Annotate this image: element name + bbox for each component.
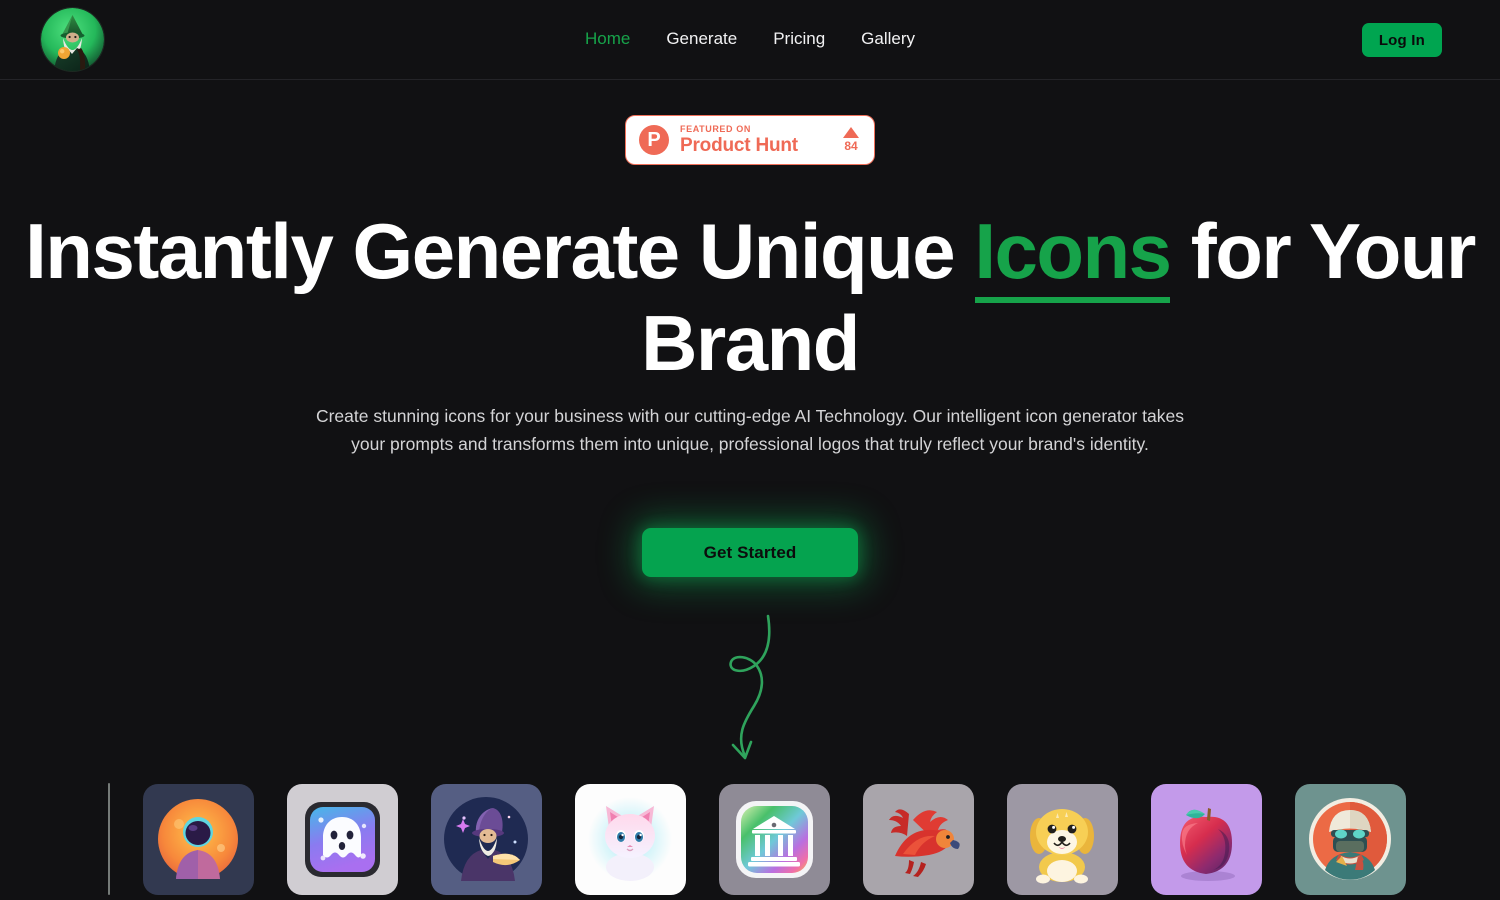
upvote-triangle-icon: [843, 127, 859, 138]
carousel-item-kitten[interactable]: [575, 783, 686, 895]
main-navigation: Home Generate Pricing Gallery: [585, 26, 915, 52]
login-button[interactable]: Log In: [1361, 23, 1442, 57]
carousel-item-wizard[interactable]: [431, 783, 542, 895]
carousel-item-soldier[interactable]: [1295, 783, 1406, 895]
astronaut-icon: [158, 798, 238, 879]
curly-down-arrow-icon: [729, 614, 771, 760]
icon-carousel[interactable]: [0, 783, 1500, 900]
nav-item-home[interactable]: Home: [585, 26, 630, 52]
nav-item-pricing[interactable]: Pricing: [773, 26, 825, 52]
carousel-item-ghost[interactable]: [287, 783, 398, 895]
product-hunt-logo-letter: P: [647, 129, 661, 151]
brand-logo[interactable]: [41, 8, 104, 71]
headline-accent-word: Icons: [974, 207, 1172, 303]
puppy-icon: [1030, 808, 1094, 883]
product-hunt-text: FEATURED ON Product Hunt: [680, 124, 843, 157]
parrot-icon: [889, 808, 960, 877]
carousel-edge-sliver: [108, 783, 110, 895]
product-hunt-name: Product Hunt: [680, 134, 798, 156]
carousel-item-bank[interactable]: [719, 783, 830, 895]
upvote-count: 84: [844, 139, 858, 153]
wizard-avatar-icon: [41, 8, 104, 71]
headline-part-1: Instantly Generate Unique: [25, 207, 975, 295]
product-hunt-featured-label: FEATURED ON: [680, 123, 751, 134]
carousel-item-parrot[interactable]: [863, 783, 974, 895]
bank-icon: [736, 800, 813, 878]
apple-icon: [1180, 807, 1235, 881]
kitten-icon: [588, 796, 672, 881]
soldier-icon: [1309, 797, 1391, 880]
carousel-track: [108, 783, 1439, 895]
carousel-item-apple[interactable]: [1151, 783, 1262, 895]
carousel-item-puppy[interactable]: [1007, 783, 1118, 895]
ghost-icon: [305, 801, 380, 877]
product-hunt-votes[interactable]: 84: [843, 127, 861, 153]
carousel-item-astronaut[interactable]: [143, 783, 254, 895]
site-header: Home Generate Pricing Gallery Log In: [0, 0, 1500, 80]
product-hunt-logo-icon: P: [639, 125, 669, 155]
wizard-icon: [444, 796, 528, 881]
cta-container: Get Started: [0, 528, 1500, 577]
nav-item-gallery[interactable]: Gallery: [861, 26, 915, 52]
product-hunt-badge[interactable]: P FEATURED ON Product Hunt 84: [625, 115, 875, 165]
page-title: Instantly Generate Unique Icons for Your…: [0, 205, 1500, 389]
hero-subtitle: Create stunning icons for your business …: [315, 406, 1185, 454]
get-started-button[interactable]: Get Started: [642, 528, 858, 577]
nav-item-generate[interactable]: Generate: [666, 26, 737, 52]
